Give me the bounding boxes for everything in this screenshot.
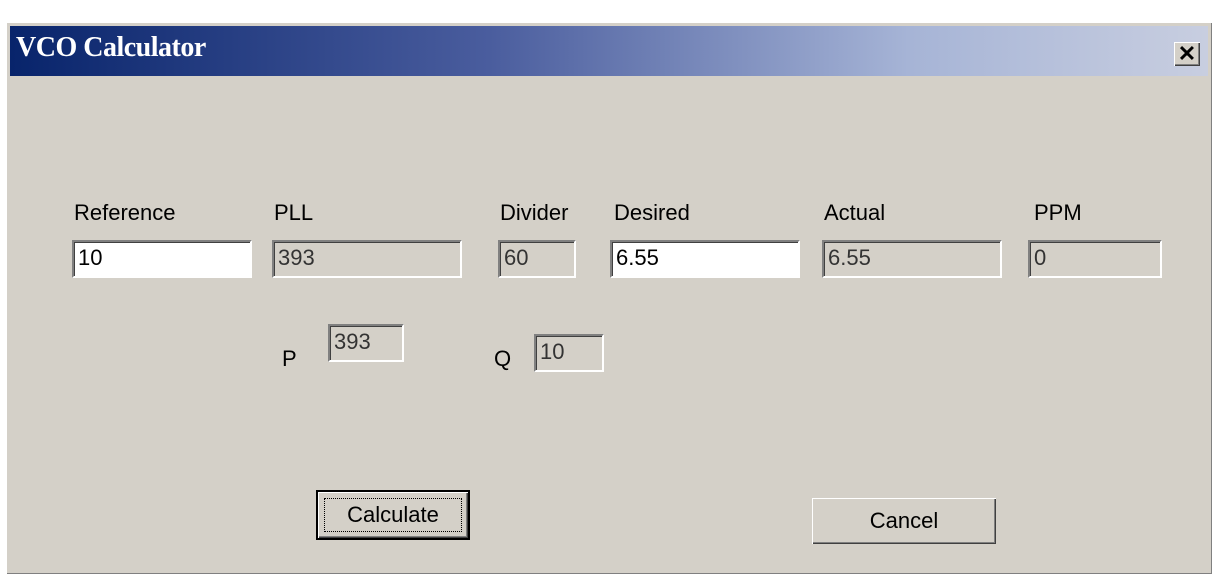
vco-calculator-dialog: VCO Calculator ✕ Reference PLL Divider D…	[6, 22, 1212, 574]
actual-field: 6.55	[822, 240, 1002, 278]
p-label: P	[282, 346, 297, 371]
reference-input[interactable]: 10	[72, 240, 252, 278]
desired-input[interactable]: 6.55	[610, 240, 800, 278]
pll-field: 393	[272, 240, 462, 278]
title-bar[interactable]: VCO Calculator ✕	[10, 26, 1208, 76]
q-field: 10	[534, 334, 604, 372]
ppm-label: PPM	[1034, 200, 1082, 225]
desired-label: Desired	[614, 200, 690, 225]
pll-label: PLL	[274, 200, 314, 225]
ppm-field: 0	[1028, 240, 1162, 278]
window-title: VCO Calculator	[16, 32, 206, 63]
q-label: Q	[494, 346, 512, 371]
cancel-button-label: Cancel	[869, 508, 939, 533]
cancel-button[interactable]: Cancel	[812, 498, 996, 544]
actual-label: Actual	[824, 200, 886, 225]
close-button[interactable]: ✕	[1174, 42, 1200, 66]
divider-field: 60	[498, 240, 576, 278]
calculate-button[interactable]: Calculate	[316, 490, 470, 540]
close-icon: ✕	[1177, 41, 1197, 66]
divider-label: Divider	[500, 200, 569, 225]
p-field: 393	[328, 324, 404, 362]
focus-rectangle	[324, 498, 462, 532]
reference-label: Reference	[74, 200, 176, 225]
